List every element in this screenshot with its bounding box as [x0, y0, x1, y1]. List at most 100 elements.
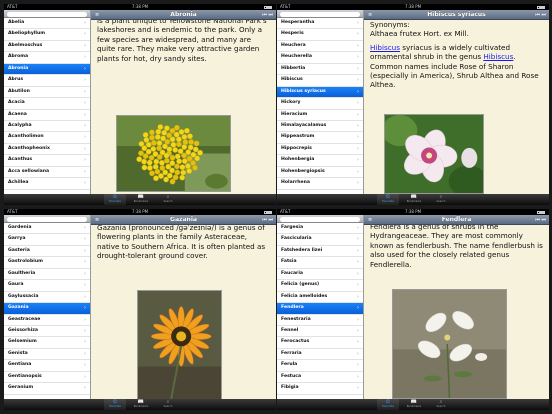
tab-search[interactable]: ⌕ Search	[157, 399, 179, 410]
page-nav-icon[interactable]: ⏮ ⏭	[535, 10, 546, 20]
list-item[interactable]: Hesperis ›	[277, 29, 363, 41]
list-item[interactable]: Fennel ›	[277, 326, 363, 338]
tab-bar: ⏲ Favorites 📖 Bookmarks ⌕ Search	[4, 399, 276, 410]
tab-search[interactable]: ⌕ Search	[430, 399, 452, 410]
plant-list-sidebar[interactable]: Abelia › Abeliophyllum › Abelmoschus › A…	[4, 10, 91, 194]
page-nav-icon[interactable]: ⏮ ⏭	[262, 10, 273, 20]
list-item-label: Acca sellowiana	[8, 168, 50, 174]
list-item[interactable]: Geastraceae ›	[4, 315, 90, 326]
chevron-right-icon: ›	[84, 145, 86, 152]
tab-bookmarks[interactable]: 📖 Bookmarks	[403, 194, 425, 205]
list-item[interactable]: Abelia ›	[4, 18, 90, 30]
list-item[interactable]: Achillea ›	[4, 178, 90, 190]
list-item-label: Hickory	[281, 100, 301, 106]
list-item[interactable]: Genista ›	[4, 349, 90, 361]
list-item[interactable]: Fatshedera lizei ›	[277, 246, 363, 258]
article-content[interactable]: is a plant unique to Yellowstone Nationa…	[91, 20, 276, 194]
list-item[interactable]: Fatsia ›	[277, 257, 363, 269]
list-item[interactable]: Hesperantha ›	[277, 18, 363, 30]
list-item[interactable]: Acacia ›	[4, 98, 90, 110]
list-item[interactable]: Faucaria ›	[277, 269, 363, 281]
list-item[interactable]: Fibigia ›	[277, 383, 363, 395]
list-item[interactable]: Heuchera ›	[277, 41, 363, 53]
tab-favorites[interactable]: ⏲ Favorites	[104, 399, 126, 410]
list-item[interactable]: Acca sellowiana ›	[4, 167, 90, 179]
list-item[interactable]: Abutilon ›	[4, 87, 90, 99]
search-input[interactable]	[280, 216, 360, 222]
article-content[interactable]: Fendlera is a genus of shrubs in the Hyd…	[364, 225, 549, 399]
plant-list-sidebar[interactable]: Fargesia › Fascicularia › Fatshedera liz…	[277, 215, 364, 399]
tab-bookmarks[interactable]: 📖 Bookmarks	[130, 399, 152, 410]
list-item[interactable]: Hippocrepis ›	[277, 144, 363, 156]
list-item[interactable]: Fenestraria ›	[277, 315, 363, 326]
chevron-right-icon: ›	[84, 122, 86, 129]
list-item[interactable]: Abroma ›	[4, 52, 90, 64]
plant-list-sidebar[interactable]: Gardenia › Garrya › Gasteria › Gastrolob…	[4, 215, 91, 399]
list-item[interactable]: Abronia ›	[4, 63, 90, 76]
list-item[interactable]: Gaultheria ›	[4, 269, 90, 281]
list-item[interactable]: Holarrhena ›	[277, 178, 363, 190]
tab-favorites[interactable]: ⏲ Favorites	[377, 399, 399, 410]
article-content[interactable]: Synonyms: Althaea frutex Hort. ex Mill. …	[364, 20, 549, 194]
list-item[interactable]: Himalayacalamus ›	[277, 121, 363, 133]
list-item[interactable]: Gaylussacia ›	[4, 292, 90, 304]
tab-search[interactable]: ⌕ Search	[430, 194, 452, 205]
list-item[interactable]: Ferocactus ›	[277, 337, 363, 349]
chevron-right-icon: ›	[84, 385, 86, 392]
search-input[interactable]	[7, 216, 87, 222]
hibiscus-link[interactable]: Hibiscus	[370, 43, 400, 52]
hibiscus-genus-link[interactable]: Hibiscus	[483, 52, 513, 61]
page-nav-icon[interactable]: ⏮ ⏭	[262, 215, 273, 225]
list-item[interactable]: Hibiscus syriacus ›	[277, 86, 363, 99]
list-item[interactable]: Acantholimon ›	[4, 132, 90, 144]
list-item[interactable]: Gazania ›	[4, 303, 90, 315]
list-item[interactable]: Acanthus ›	[4, 155, 90, 167]
plant-list-sidebar[interactable]: Hesperantha › Hesperis › Heuchera › Heuc…	[277, 10, 364, 194]
list-item[interactable]: Gastrolobium ›	[4, 257, 90, 269]
list-item[interactable]: Hohenbergiopsis ›	[277, 167, 363, 179]
list-item[interactable]: Heucherella ›	[277, 52, 363, 64]
list-item[interactable]: Fascicularia ›	[277, 234, 363, 246]
list-item[interactable]: Geissorhiza ›	[4, 326, 90, 338]
list-item[interactable]: Garrya ›	[4, 234, 90, 246]
list-item[interactable]: Abelmoschus ›	[4, 41, 90, 53]
page-nav-icon[interactable]: ⏮ ⏭	[535, 215, 546, 225]
list-item[interactable]: Acaena ›	[4, 110, 90, 121]
search-input[interactable]	[280, 11, 360, 17]
list-item[interactable]: Abrus ›	[4, 75, 90, 87]
list-item[interactable]: Felicia amelloides ›	[277, 292, 363, 304]
chevron-right-icon: ›	[357, 236, 359, 243]
search-input[interactable]	[7, 11, 87, 17]
list-item[interactable]: Fendlera ›	[277, 303, 363, 315]
tab-search[interactable]: ⌕ Search	[157, 194, 179, 205]
list-item[interactable]: Gaura ›	[4, 280, 90, 292]
list-item[interactable]: Felicia (genus) ›	[277, 280, 363, 292]
list-item[interactable]: Geranium ›	[4, 383, 90, 395]
tab-bookmarks[interactable]: 📖 Bookmarks	[130, 194, 152, 205]
list-item[interactable]: Gasteria ›	[4, 246, 90, 258]
tab-favorites[interactable]: ⏲ Favorites	[104, 194, 126, 205]
list-item[interactable]: Ferraria ›	[277, 349, 363, 361]
list-item[interactable]: Hibbertia ›	[277, 64, 363, 76]
list-item-label: Gasteria	[8, 247, 30, 253]
list-item[interactable]: Hibiscus ›	[277, 75, 363, 87]
list-item[interactable]: Ferula ›	[277, 360, 363, 372]
tab-favorites[interactable]: ⏲ Favorites	[377, 194, 399, 205]
tab-bookmarks[interactable]: 📖 Bookmarks	[403, 399, 425, 410]
list-item[interactable]: Festuca ›	[277, 372, 363, 384]
chevron-right-icon: ›	[357, 134, 359, 141]
list-item[interactable]: Acalypha ›	[4, 121, 90, 133]
list-item[interactable]: Acanthopheonix ›	[4, 144, 90, 156]
list-item[interactable]: Hickory ›	[277, 98, 363, 110]
list-item[interactable]: Gentiana ›	[4, 360, 90, 372]
list-item[interactable]: Abeliophyllum ›	[4, 29, 90, 41]
list-item[interactable]: Hieracium ›	[277, 110, 363, 121]
list-item[interactable]: Hippeastrum ›	[277, 132, 363, 144]
list-item[interactable]: Gelsemium ›	[4, 337, 90, 349]
list-item[interactable]: Hohenbergia ›	[277, 155, 363, 167]
battery-icon	[537, 210, 545, 214]
list-item[interactable]: Fargesia ›	[277, 223, 363, 235]
list-item[interactable]: Gentianopsis ›	[4, 372, 90, 384]
list-item[interactable]: Gardenia ›	[4, 223, 90, 235]
article-content[interactable]: Gazania (pronounced /gəˈzeɪniə/) is a ge…	[91, 225, 276, 399]
